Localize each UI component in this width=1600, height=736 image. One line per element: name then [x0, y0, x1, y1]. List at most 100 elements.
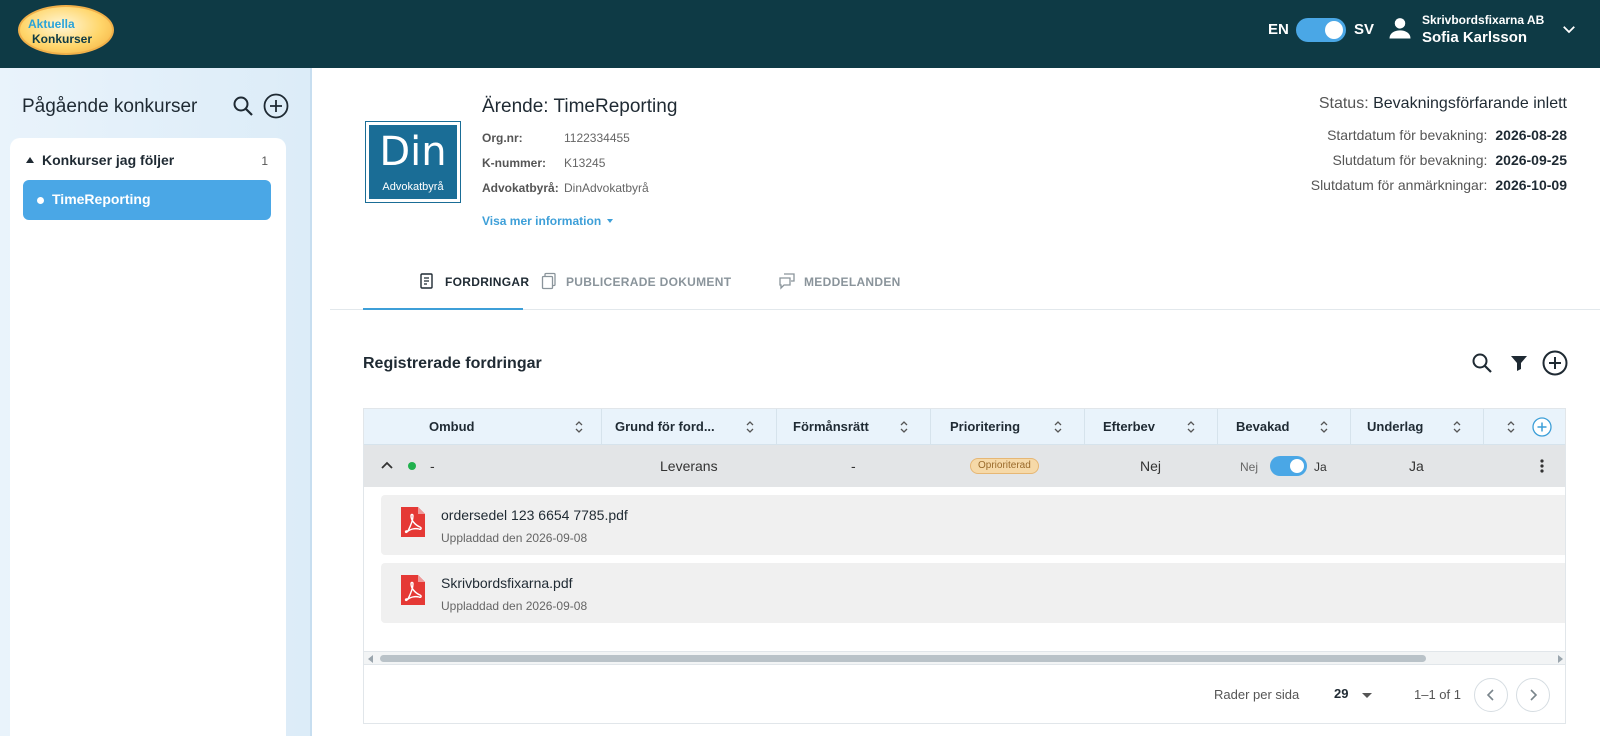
date-label: Slutdatum för bevakning:	[1332, 152, 1488, 168]
previous-page-button[interactable]	[1474, 678, 1508, 712]
language-en-label: EN	[1268, 21, 1289, 38]
bevakad-toggle[interactable]	[1270, 456, 1307, 476]
sort-icon[interactable]	[745, 420, 755, 434]
sidebar-item-timereporting[interactable]: TimeReporting	[23, 180, 271, 220]
sort-icon[interactable]	[1319, 420, 1329, 434]
chevron-down-icon[interactable]	[1560, 20, 1578, 38]
date-label: Startdatum för bevakning:	[1327, 127, 1488, 143]
remarks-date-row: Slutdatum för anmärkningar: 2026-10-09	[1311, 177, 1567, 193]
bevakad-off-label: Nej	[1240, 460, 1259, 474]
sort-icon[interactable]	[1506, 420, 1516, 434]
chevron-up-icon[interactable]	[379, 458, 395, 474]
sidebar-item-label: TimeReporting	[52, 191, 151, 207]
bevakad-on-label: Ja	[1314, 460, 1327, 474]
case-status: Status: Bevakningsförfarande inlett	[1319, 95, 1567, 113]
toggle-knob	[1290, 459, 1304, 473]
rows-per-page-select[interactable]: 29	[1334, 686, 1348, 701]
tab-bar: FORDRINGAR PUBLICERADE DOKUMENT MEDDELAN…	[330, 262, 1600, 310]
search-icon[interactable]	[231, 94, 255, 118]
add-circle-icon[interactable]	[1542, 350, 1568, 376]
caret-down-icon[interactable]	[1362, 693, 1372, 698]
priority-badge: Oprioriterad	[970, 458, 1039, 474]
cell-formansratt: -	[851, 458, 856, 474]
table-header: Ombud Grund för ford... Förmånsrätt Prio…	[364, 409, 1565, 445]
column-label: Grund för ford...	[615, 419, 715, 434]
scroll-left-arrow[interactable]	[368, 655, 373, 663]
language-toggle[interactable]	[1296, 18, 1346, 42]
date-value: 2026-10-09	[1495, 177, 1567, 193]
column-underlag[interactable]: Underlag	[1351, 409, 1484, 445]
page-range: 1–1 of 1	[1414, 687, 1461, 702]
filter-icon[interactable]	[1509, 353, 1529, 373]
tab-publicerade-dokument[interactable]: PUBLICERADE DOKUMENT	[540, 262, 760, 310]
end-date-row: Slutdatum för bevakning: 2026-09-25	[1333, 152, 1568, 168]
section-title: Registrerade fordringar	[363, 355, 542, 372]
field-label: K-nummer:	[482, 156, 547, 170]
cell-underlag: Ja	[1409, 458, 1424, 474]
tab-label: PUBLICERADE DOKUMENT	[566, 275, 732, 289]
tab-meddelanden[interactable]: MEDDELANDEN	[778, 262, 928, 310]
law-firm-logo: Din Advokatbyrå	[365, 121, 461, 203]
column-prioritering[interactable]: Prioritering	[931, 409, 1085, 445]
pdf-icon	[401, 575, 425, 605]
column-label: Efterbev	[1103, 419, 1156, 434]
sidebar-panel: Konkurser jag följer 1 TimeReporting	[10, 138, 286, 736]
pagination: Rader per sida 29 1–1 of 1	[364, 665, 1565, 723]
sort-icon[interactable]	[1186, 420, 1196, 434]
tab-label: MEDDELANDEN	[804, 275, 901, 289]
claims-table: Ombud Grund för ford... Förmånsrätt Prio…	[363, 408, 1566, 724]
collapse-triangle-icon	[26, 157, 34, 163]
horizontal-scrollbar[interactable]	[364, 651, 1565, 665]
add-column-icon[interactable]	[1532, 417, 1552, 437]
sort-icon[interactable]	[574, 420, 584, 434]
table-row[interactable]: - Leverans - Oprioriterad Nej Nej Ja Ja	[364, 445, 1565, 487]
attachments-list: ordersedel 123 6654 7785.pdf Uppladdad d…	[364, 487, 1565, 663]
scrollbar-thumb[interactable]	[380, 655, 1426, 662]
column-grund[interactable]: Grund för ford...	[602, 409, 777, 445]
field-label: Org.nr:	[482, 131, 523, 145]
more-options-icon[interactable]	[1534, 457, 1550, 475]
user-name[interactable]: Sofia Karlsson	[1422, 29, 1527, 46]
attachment-item[interactable]: Skrivbordsfixarna.pdf Uppladdad den 2026…	[381, 563, 1565, 623]
logo-line-1: Aktuella	[28, 17, 75, 31]
attachment-item[interactable]: ordersedel 123 6654 7785.pdf Uppladdad d…	[381, 495, 1565, 555]
followed-group-header[interactable]: Konkurser jag följer	[26, 152, 174, 168]
caret-down-icon	[607, 219, 614, 223]
pdf-icon	[401, 507, 425, 537]
cell-ombud: -	[430, 458, 435, 474]
k-nummer-row: K-nummer: K13245	[482, 156, 605, 170]
logo-line-2: Konkurser	[32, 32, 93, 46]
sort-icon[interactable]	[1053, 420, 1063, 434]
app-logo[interactable]: Aktuella Konkurser	[18, 5, 114, 55]
add-circle-icon[interactable]	[263, 93, 289, 119]
org-nr-row: Org.nr: 1122334455	[482, 131, 630, 145]
bullet-icon	[37, 197, 44, 204]
start-date-row: Startdatum för bevakning: 2026-08-28	[1327, 127, 1567, 143]
user-icon[interactable]	[1386, 14, 1414, 42]
column-label: Bevakad	[1236, 419, 1290, 434]
case-title: Ärende: TimeReporting	[482, 96, 678, 117]
chevron-right-icon	[1530, 689, 1538, 701]
show-more-link[interactable]: Visa mer information	[482, 214, 614, 228]
column-formansratt[interactable]: Förmånsrätt	[777, 409, 931, 445]
column-label: Prioritering	[950, 419, 1021, 434]
sort-icon[interactable]	[1452, 420, 1462, 434]
next-page-button[interactable]	[1516, 678, 1550, 712]
language-sv-label: SV	[1354, 21, 1375, 38]
sort-icon[interactable]	[899, 420, 909, 434]
cell-grund: Leverans	[660, 458, 718, 474]
status-label: Status:	[1318, 95, 1369, 112]
search-icon[interactable]	[1470, 351, 1494, 375]
show-more-label: Visa mer information	[482, 214, 602, 228]
column-bevakad[interactable]: Bevakad	[1218, 409, 1351, 445]
column-ombud[interactable]: Ombud	[364, 409, 602, 445]
tab-fordringar[interactable]: FORDRINGAR	[363, 262, 529, 310]
column-efterbev[interactable]: Efterbev	[1085, 409, 1218, 445]
scroll-right-arrow[interactable]	[1558, 655, 1563, 663]
sidebar-title: Pågående konkurser	[22, 96, 198, 117]
status-dot	[408, 462, 416, 470]
organization-name: Skrivbordsfixarna AB	[1422, 13, 1545, 27]
field-value: K13245	[564, 156, 606, 170]
attachment-name: Skrivbordsfixarna.pdf	[441, 575, 573, 591]
column-actions	[1484, 409, 1565, 445]
